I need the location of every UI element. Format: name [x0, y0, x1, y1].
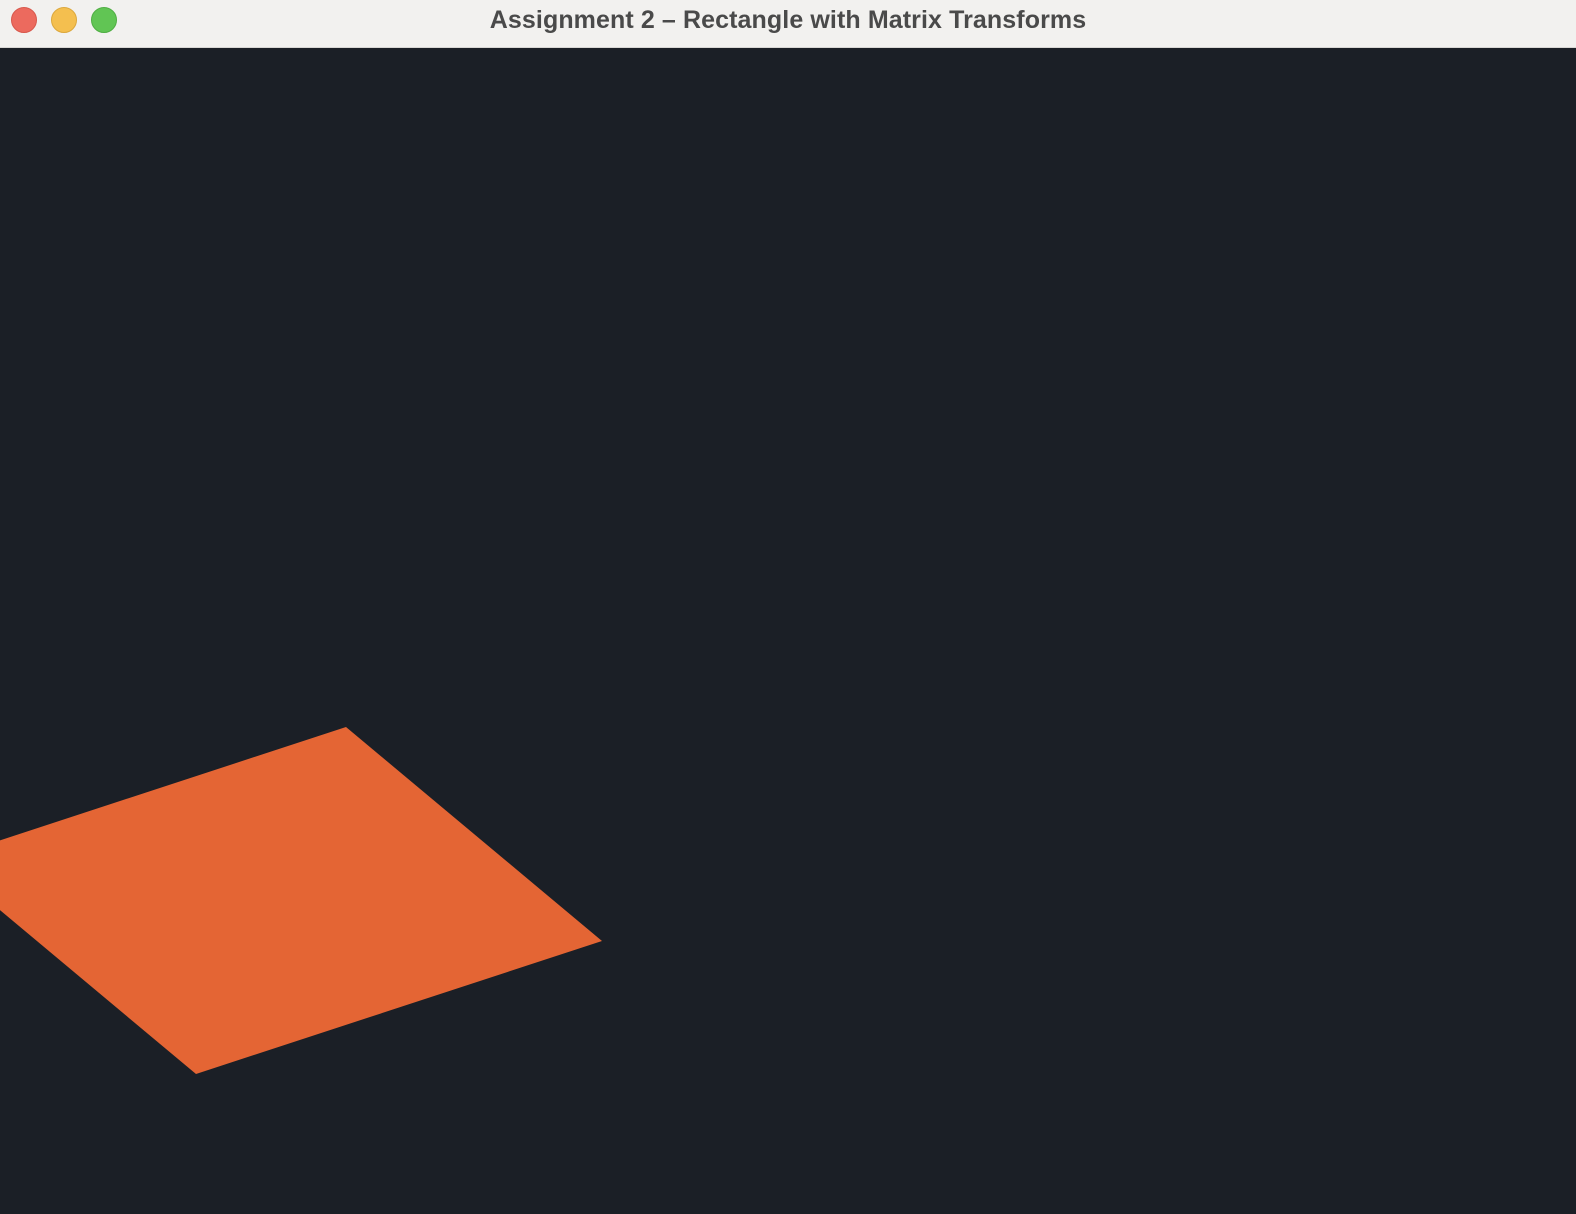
transformed-rectangle: [0, 727, 602, 1074]
title-bar[interactable]: Assignment 2 – Rectangle with Matrix Tra…: [0, 0, 1576, 48]
canvas-svg: [0, 727, 602, 1074]
render-canvas[interactable]: [0, 48, 1576, 1214]
window-title: Assignment 2 – Rectangle with Matrix Tra…: [489, 6, 1087, 34]
app-window: Assignment 2 – Rectangle with Matrix Tra…: [0, 0, 1576, 1214]
